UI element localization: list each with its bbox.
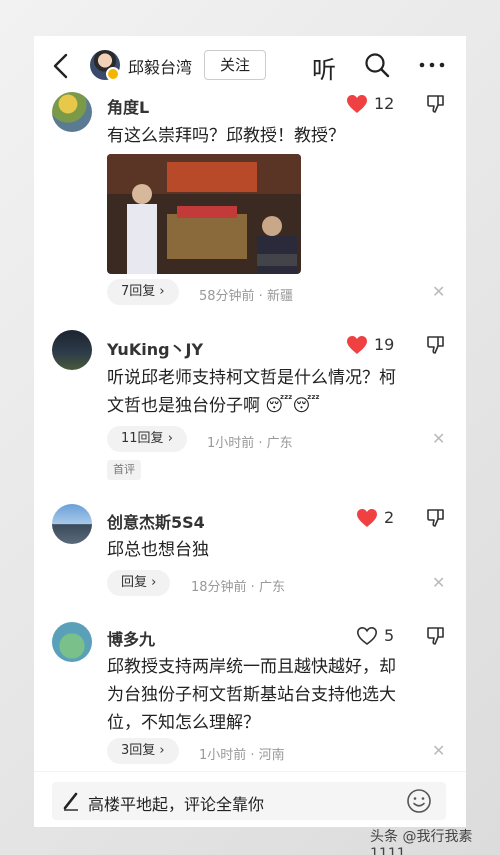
comment-text-line: 位，不知怎么理解？ bbox=[107, 713, 260, 733]
top-bar: 邱毅台湾 关注 听 bbox=[34, 36, 466, 96]
sleepy-emoji-icon: 😴😴 bbox=[265, 396, 320, 416]
emoji-icon[interactable] bbox=[406, 788, 432, 814]
comment-text: 有这么崇拜吗？邱教授！教授？ bbox=[107, 126, 345, 146]
pen-icon bbox=[63, 792, 78, 811]
replies-button[interactable]: 7回复 › bbox=[107, 279, 179, 305]
like-count: 5 bbox=[384, 626, 395, 645]
verified-badge-icon bbox=[106, 67, 120, 81]
commenter-name[interactable]: 博多九 bbox=[107, 626, 155, 650]
watermark: 头条 @我行我素1111 bbox=[370, 829, 473, 855]
close-icon[interactable]: ✕ bbox=[432, 282, 445, 301]
chevron-right-icon: › bbox=[159, 284, 165, 299]
replies-button[interactable]: 11回复 › bbox=[107, 426, 187, 452]
replies-label: 回复 bbox=[121, 575, 148, 590]
comment-text-line: 文哲也是独台份子啊 😴😴 bbox=[107, 392, 442, 420]
chevron-right-icon: › bbox=[167, 431, 173, 446]
dislike-icon[interactable] bbox=[426, 508, 446, 528]
heart-filled-icon[interactable] bbox=[346, 335, 368, 355]
heart-outline-icon[interactable] bbox=[356, 626, 378, 646]
chevron-right-icon: › bbox=[151, 575, 157, 590]
replies-label: 7回复 bbox=[121, 284, 156, 299]
like-count: 12 bbox=[374, 94, 395, 113]
close-icon[interactable]: ✕ bbox=[432, 429, 445, 448]
like-count: 2 bbox=[384, 508, 395, 527]
like-count: 19 bbox=[374, 335, 395, 354]
comment-meta: 18分钟前 · 广东 bbox=[191, 580, 285, 595]
first-comment-tag: 首评 bbox=[107, 460, 141, 480]
dislike-icon[interactable] bbox=[426, 94, 446, 114]
commenter-avatar[interactable] bbox=[52, 92, 92, 132]
video-still-image bbox=[107, 154, 301, 274]
back-icon[interactable] bbox=[50, 52, 74, 80]
comment-input-placeholder: 高楼平地起，评论全靠你 bbox=[88, 795, 265, 814]
comment-text-line: 为台独份子柯文哲斯基站台支持他选大 bbox=[107, 685, 396, 705]
replies-label: 3回复 bbox=[121, 743, 156, 758]
more-icon[interactable] bbox=[418, 52, 446, 78]
comment-input-bar: 高楼平地起，评论全靠你 bbox=[34, 771, 466, 827]
comment-text-line: 听说邱老师支持柯文哲是什么情况？柯 bbox=[107, 368, 396, 388]
author-name[interactable]: 邱毅台湾 bbox=[128, 54, 192, 78]
replies-label: 11回复 bbox=[121, 431, 164, 446]
heart-filled-icon[interactable] bbox=[346, 94, 368, 114]
commenter-avatar[interactable] bbox=[52, 330, 92, 370]
comment-text: 邱总也想台独 bbox=[107, 540, 209, 560]
commenter-avatar[interactable] bbox=[52, 622, 92, 662]
listen-button[interactable]: 听 bbox=[312, 50, 336, 85]
comment-meta: 1小时前 · 河南 bbox=[199, 748, 285, 763]
comment-meta: 1小时前 · 广东 bbox=[207, 436, 293, 451]
chevron-right-icon: › bbox=[159, 743, 165, 758]
comment-image-thumbnail[interactable] bbox=[107, 154, 301, 274]
search-icon[interactable] bbox=[364, 52, 390, 78]
comment-text: 听说邱老师支持柯文哲是什么情况？柯 文哲也是独台份子啊 😴😴 bbox=[107, 364, 442, 420]
commenter-name[interactable]: 角度L bbox=[107, 94, 149, 118]
comment-text-line: 邱教授支持两岸统一而且越快越好，却 bbox=[107, 657, 396, 677]
close-icon[interactable]: ✕ bbox=[432, 741, 445, 760]
replies-button[interactable]: 3回复 › bbox=[107, 738, 179, 764]
comment-input[interactable]: 高楼平地起，评论全靠你 bbox=[52, 782, 446, 820]
replies-button[interactable]: 回复 › bbox=[107, 570, 171, 596]
comment-meta: 58分钟前 · 新疆 bbox=[199, 289, 293, 304]
commenter-avatar[interactable] bbox=[52, 504, 92, 544]
dislike-icon[interactable] bbox=[426, 626, 446, 646]
follow-button[interactable]: 关注 bbox=[204, 50, 266, 80]
close-icon[interactable]: ✕ bbox=[432, 573, 445, 592]
comment-screen: 邱毅台湾 关注 听 角度L 12 有这么崇拜吗？邱教授！教授？ 7回复 › 58… bbox=[34, 36, 466, 827]
dislike-icon[interactable] bbox=[426, 335, 446, 355]
comment-text-line-2: 文哲也是独台份子啊 bbox=[107, 396, 260, 416]
heart-filled-icon[interactable] bbox=[356, 508, 378, 528]
commenter-name[interactable]: 创意杰斯5S4 bbox=[107, 509, 205, 533]
comment-text: 邱教授支持两岸统一而且越快越好，却 为台独份子柯文哲斯基站台支持他选大 位，不知… bbox=[107, 653, 442, 737]
commenter-name[interactable]: YuKing丶JY bbox=[107, 336, 203, 360]
